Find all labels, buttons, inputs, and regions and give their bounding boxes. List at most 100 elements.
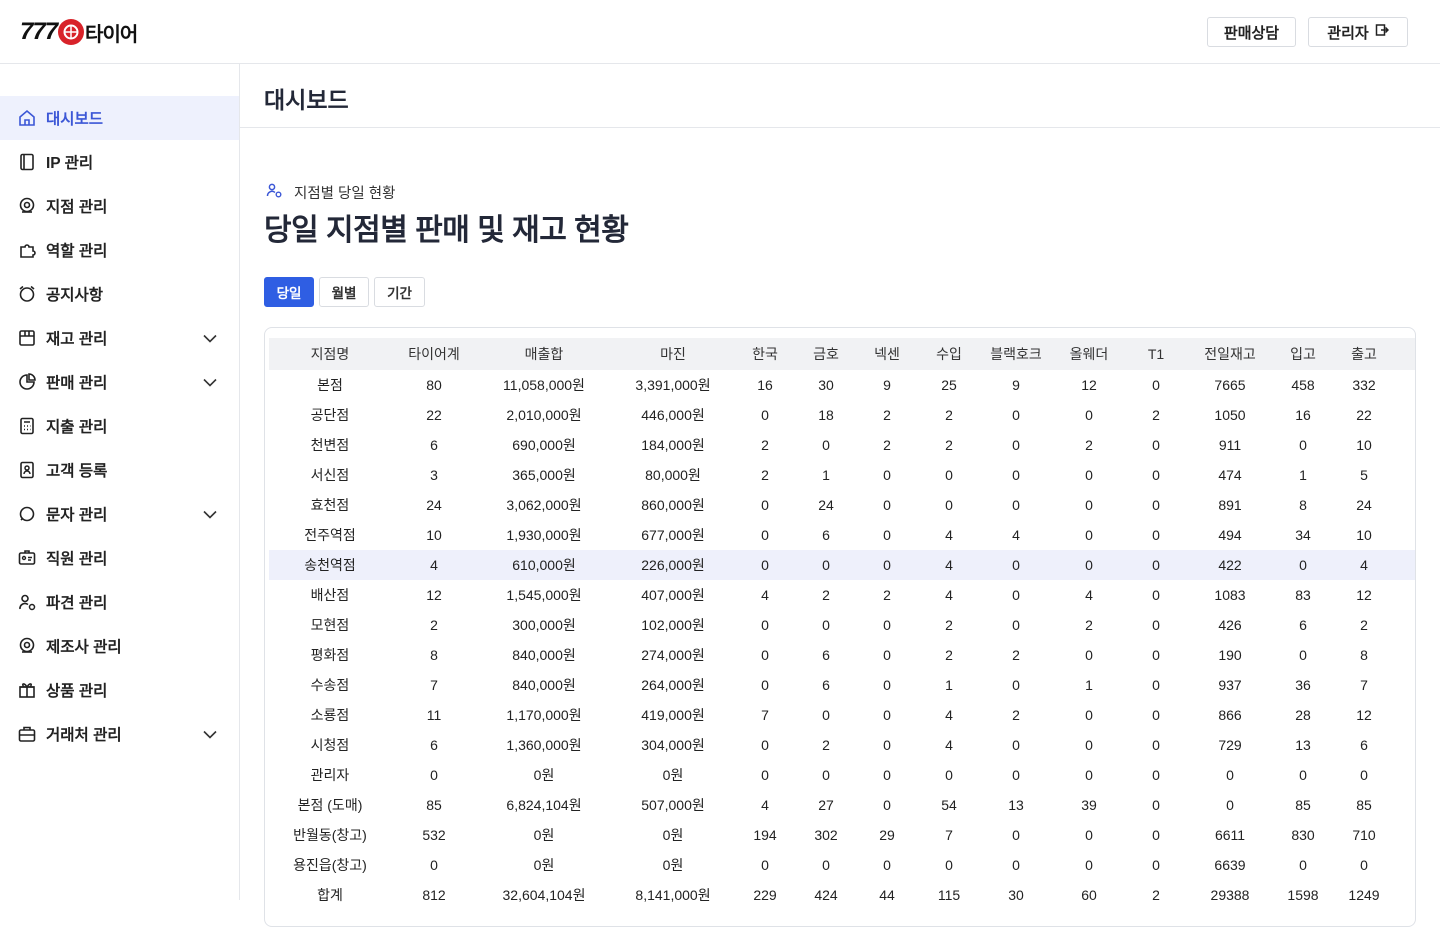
sidebar-item-ip[interactable]: IP 관리 xyxy=(0,140,239,184)
table-row[interactable]: 수송점 7 840,000원 264,000원 0 6 0 1 0 1 0 937 36 7 xyxy=(269,670,1415,700)
sidebar-item-role[interactable]: 역할 관리 xyxy=(0,228,239,272)
table-row[interactable]: 배산점 12 1,545,000원 407,000원 4 2 2 4 0 4 0 1083 83 12 1 xyxy=(269,580,1415,610)
sidebar-item-sales[interactable]: 판매 관리 xyxy=(0,360,239,404)
table-cell: 6 xyxy=(822,647,830,663)
table-cell: 0 xyxy=(945,767,953,783)
table-cell: 0 xyxy=(1085,857,1093,873)
sidebar-item-label: 지점 관리 xyxy=(46,199,108,216)
table-cell: 34 xyxy=(1295,527,1311,543)
table-row[interactable]: 전주역점 10 1,930,000원 677,000원 0 6 0 4 4 0 0 494 34 10 xyxy=(269,520,1415,550)
sidebar-item-inventory[interactable]: 재고 관리 xyxy=(0,316,239,360)
table-cell: 937 xyxy=(1218,677,1242,693)
table-row[interactable]: 효천점 24 3,062,000원 860,000원 0 24 0 0 0 0 0 891 8 24 xyxy=(269,490,1415,520)
table-row[interactable]: 본점 80 11,058,000원 3,391,000원 16 30 9 25 9 12 0 7665… xyxy=(269,370,1415,400)
sidebar-item-dashboard[interactable]: 대시보드 xyxy=(0,96,239,140)
table-cell: 8,141,000원 xyxy=(635,887,711,903)
table-cell: 36 xyxy=(1295,677,1311,693)
table-cell: 0 xyxy=(430,857,438,873)
admin-logout-button[interactable]: 관리자 xyxy=(1308,17,1408,47)
sidebar-item-notice[interactable]: 공지사항 xyxy=(0,272,239,316)
table-row[interactable]: 합계 812 32,604,104원 8,141,000원 229 424 44 115 30 6… xyxy=(269,880,1415,910)
table-row[interactable]: 본점 (도매) 85 6,824,104원 507,000원 4 27 0 54 13 39 0 0 8… xyxy=(269,790,1415,820)
table-cell: 용진읍(창고) xyxy=(293,857,367,873)
table-row[interactable]: 시청점 6 1,360,000원 304,000원 0 2 0 4 0 0 0 729 13 6 xyxy=(269,730,1415,760)
column-header: 올웨더 xyxy=(1051,338,1127,370)
table-row[interactable]: 평화점 8 840,000원 274,000원 0 6 0 2 2 0 0 190 0 8 xyxy=(269,640,1415,670)
sidebar-item-client[interactable]: 거래처 관리 xyxy=(0,712,239,756)
table-cell xyxy=(1397,700,1415,730)
table-cell: 0 xyxy=(1152,377,1160,393)
alarm-icon xyxy=(17,284,37,304)
tab-period[interactable]: 기간 xyxy=(374,277,425,307)
table-cell: 7 xyxy=(761,707,769,723)
table-cell: 5 xyxy=(1360,467,1368,483)
table-cell: 0 xyxy=(1152,467,1160,483)
table-cell: 0원 xyxy=(533,767,555,783)
sidebar-item-manufacturer[interactable]: 제조사 관리 xyxy=(0,624,239,668)
table-row[interactable]: 용진읍(창고) 0 0원 0원 0 0 0 0 0 0 0 6639 0 0 6 xyxy=(269,850,1415,880)
users-icon xyxy=(264,180,284,205)
page-header: 대시보드 xyxy=(240,64,1440,128)
sidebar-item-customer[interactable]: 고객 등록 xyxy=(0,448,239,492)
table-cell: 729 xyxy=(1218,737,1242,753)
sales-consult-button[interactable]: 판매상담 xyxy=(1207,17,1296,47)
sidebar-item-expense[interactable]: 지출 관리 xyxy=(0,404,239,448)
sidebar-item-branch[interactable]: 지점 관리 xyxy=(0,184,239,228)
table-cell: 29 xyxy=(879,827,895,843)
sidebar-item-message[interactable]: 문자 관리 xyxy=(0,492,239,536)
column-header: 마진 xyxy=(611,338,735,370)
table-cell: 0원 xyxy=(533,857,555,873)
table-cell: 4 xyxy=(761,797,769,813)
table-cell: 7 xyxy=(945,827,953,843)
table-cell: 424 xyxy=(814,887,838,903)
table-cell: 2 xyxy=(822,587,830,603)
table-row[interactable]: 관리자 0 0원 0원 0 0 0 0 0 0 0 0 0 0 xyxy=(269,760,1415,790)
chevron-down-icon[interactable] xyxy=(202,330,218,346)
tab-today[interactable]: 당일 xyxy=(264,277,314,307)
table-cell: 54 xyxy=(941,797,957,813)
table-cell: 0 xyxy=(1152,497,1160,513)
table-cell: 4 xyxy=(1331,550,1397,580)
sidebar-item-staff[interactable]: 직원 관리 xyxy=(0,536,239,580)
table-cell: 28 xyxy=(1295,707,1311,723)
table-cell: 6 xyxy=(1397,850,1415,880)
table-row[interactable]: 반월동(창고) 532 0원 0원 194 302 29 7 0 0 0 6611 830 710 6 xyxy=(269,820,1415,850)
sidebar-item-label: 대시보드 xyxy=(46,111,104,128)
table-cell: 2 xyxy=(1152,407,1160,423)
logo-text: 타이어 xyxy=(85,23,138,46)
table-cell: 7665 xyxy=(1214,377,1246,393)
table-cell: 0 xyxy=(1226,797,1234,813)
sidebar-item-product[interactable]: 상품 관리 xyxy=(0,668,239,712)
chevron-down-icon[interactable] xyxy=(202,506,218,522)
sidebar-item-dispatch[interactable]: 파견 관리 xyxy=(0,580,239,624)
sales-consult-label: 판매상담 xyxy=(1223,24,1280,42)
table-cell: 0원 xyxy=(662,827,684,843)
branch-status-table-container[interactable]: 지점명타이어계매출합마진한국금호넥센수입블랙호크올웨더T1전일재고입고출고재 본… xyxy=(264,327,1416,927)
chevron-down-icon[interactable] xyxy=(202,726,218,742)
table-cell: 0 xyxy=(822,617,830,633)
table-cell xyxy=(1397,430,1415,460)
table-row[interactable]: 모현점 2 300,000원 102,000원 0 0 0 2 0 2 0 426 6 2 xyxy=(269,610,1415,640)
brand-logo[interactable]: 777 타이어 xyxy=(20,17,138,47)
table-cell: 2 xyxy=(822,737,830,753)
table-cell: 1 xyxy=(1397,400,1415,430)
table-cell: 83 xyxy=(1295,587,1311,603)
table-cell: 0 xyxy=(761,857,769,873)
table-row[interactable]: 소룡점 11 1,170,000원 419,000원 7 0 0 4 2 0 0 866 28 12 xyxy=(269,700,1415,730)
table-cell: 소룡점 xyxy=(310,707,350,723)
table-row[interactable]: 공단점222,010,000원446,000원01822002105016221 xyxy=(269,400,1415,430)
table-cell: 0 xyxy=(1299,647,1307,663)
tab-monthly[interactable]: 월별 xyxy=(319,277,369,307)
table-row[interactable]: 송천역점 4 610,000원 226,000원 0 0 0 4 0 0 0 422 0 4 xyxy=(269,550,1415,580)
table-cell xyxy=(1397,790,1415,820)
column-header: 출고 xyxy=(1331,338,1397,370)
table-cell: 반월동(창고) xyxy=(293,827,367,843)
table-cell: 0 xyxy=(1085,407,1093,423)
table-row[interactable]: 서신점 3 365,000원 80,000원 2 1 0 0 0 0 0 474 1 5 xyxy=(269,460,1415,490)
table-cell: 0 xyxy=(1299,437,1307,453)
column-header: 수입 xyxy=(917,338,981,370)
table-row[interactable]: 천변점 6 690,000원 184,000원 2 0 2 2 0 2 0 911 0 10 xyxy=(269,430,1415,460)
column-header: T1 xyxy=(1127,338,1185,370)
chevron-down-icon[interactable] xyxy=(202,374,218,390)
table-cell xyxy=(1397,670,1415,700)
